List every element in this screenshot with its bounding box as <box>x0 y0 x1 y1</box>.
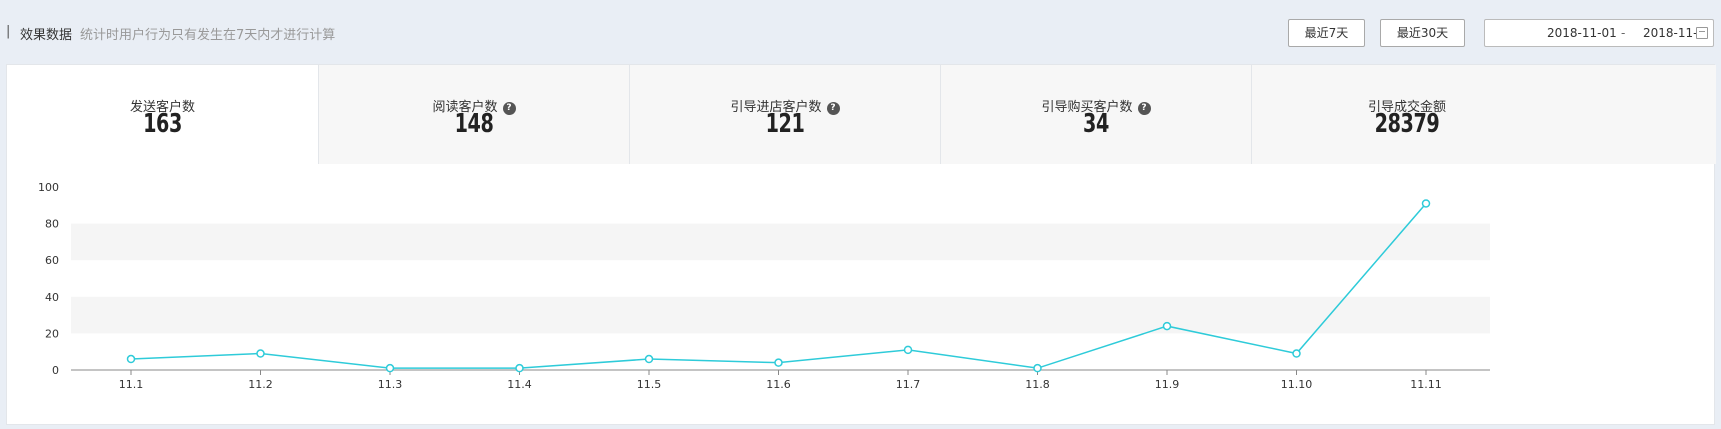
y-tick-label: 60 <box>45 254 59 267</box>
data-point <box>385 363 395 373</box>
x-tick-label: 11.6 <box>766 378 791 391</box>
data-point <box>126 354 136 364</box>
section-header: | 效果数据 统计时用户行为只有发生在7天内才进行计算 最近7天 最近30天 2… <box>0 0 1721 64</box>
chart-svg: 0 20 40 60 80 100 11.1 11.2 11.3 11.4 11.5 11.6 11.7… <box>38 181 1490 391</box>
stat-read-customers[interactable]: 阅读客户数? 148 <box>318 65 629 164</box>
x-tick-label: 11.10 <box>1281 378 1313 391</box>
date-end-field[interactable]: 2018-11- <box>1643 20 1697 46</box>
date-start-field[interactable]: 2018-11-01 <box>1547 20 1617 46</box>
stat-value: 148 <box>454 109 494 139</box>
stat-sent-customers[interactable]: 发送客户数 163 <box>7 65 318 164</box>
stats-row: 发送客户数 163 阅读客户数? 148 引导进店客户数? 121 引导购买客户… <box>7 65 1716 164</box>
effect-data-panel: 发送客户数 163 阅读客户数? 148 引导进店客户数? 121 引导购买客户… <box>6 64 1716 425</box>
section-marker: | <box>6 24 11 39</box>
section-description: 统计时用户行为只有发生在7天内才进行计算 <box>80 28 336 43</box>
x-tick-label: 11.2 <box>248 378 273 391</box>
data-point <box>644 354 654 364</box>
date-separator: - <box>1621 26 1626 40</box>
stat-value: 34 <box>1083 109 1109 139</box>
last-7-days-button[interactable]: 最近7天 <box>1288 19 1365 47</box>
line-chart: 0 20 40 60 80 100 11.1 11.2 11.3 11.4 11.5 11.6 11.7… <box>7 165 1716 425</box>
date-range-picker[interactable]: 2018-11-01 - 2018-11- <box>1484 19 1714 47</box>
y-tick-label: 100 <box>38 181 59 194</box>
x-tick-label: 11.11 <box>1410 378 1442 391</box>
x-tick-label: 11.9 <box>1155 378 1180 391</box>
stat-purchase-customers[interactable]: 引导购买客户数? 34 <box>940 65 1251 164</box>
section-title: 效果数据 <box>20 28 73 43</box>
stat-value: 121 <box>765 109 805 139</box>
stat-store-visit-customers[interactable]: 引导进店客户数? 121 <box>629 65 940 164</box>
x-tick-label: 11.8 <box>1025 378 1050 391</box>
y-tick-label: 0 <box>52 364 59 377</box>
stat-value: 28379 <box>1374 109 1440 139</box>
grid-band <box>71 296 1490 334</box>
y-tick-label: 40 <box>45 291 59 304</box>
x-tick-label: 11.3 <box>378 378 403 391</box>
x-tick-label: 11.1 <box>119 378 144 391</box>
y-tick-label: 20 <box>45 327 59 340</box>
data-point <box>1162 321 1172 331</box>
last-30-days-button[interactable]: 最近30天 <box>1380 19 1465 47</box>
stat-transaction-amount[interactable]: 引导成交金额 28379 <box>1251 65 1716 164</box>
x-tick-label: 11.5 <box>637 378 662 391</box>
data-point <box>1033 363 1042 373</box>
data-point <box>774 358 783 367</box>
x-tick-label: 11.7 <box>896 378 921 391</box>
data-point <box>256 349 265 358</box>
y-tick-label: 80 <box>45 218 59 231</box>
x-tick-label: 11.4 <box>507 378 532 391</box>
calendar-icon[interactable] <box>1696 27 1708 39</box>
stat-value: 163 <box>143 109 182 139</box>
grid-band <box>71 223 1490 261</box>
data-point <box>903 345 913 355</box>
data-point <box>1292 349 1301 358</box>
data-point <box>1421 199 1431 208</box>
data-point <box>515 363 524 373</box>
